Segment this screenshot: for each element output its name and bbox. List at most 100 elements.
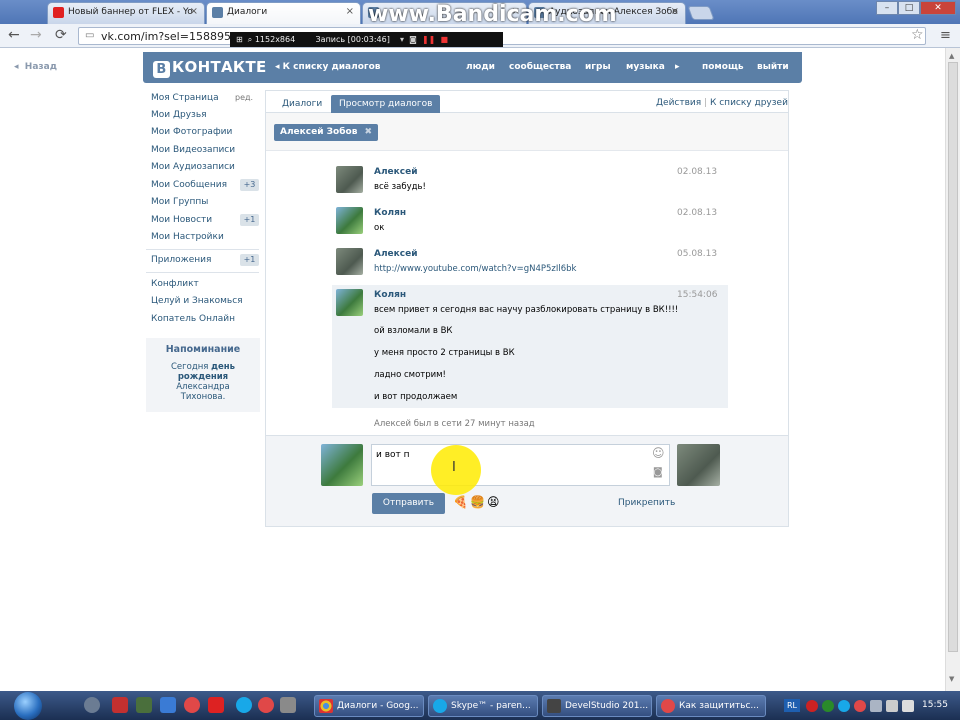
back-link[interactable]: ◂ Назад	[14, 62, 57, 72]
nav-help[interactable]: помощь	[702, 62, 744, 72]
menu-app-item[interactable]: Целуй и Знакомься	[151, 296, 243, 306]
camera-icon[interactable]: ◙	[407, 35, 417, 44]
apps-count-badge[interactable]: +1	[240, 254, 259, 266]
message-input[interactable]: и вот п ☺ ◙	[371, 444, 670, 486]
avatar[interactable]	[336, 207, 363, 234]
chevron-down-icon[interactable]: ▾	[400, 35, 404, 44]
avatar[interactable]	[336, 289, 363, 316]
avatar[interactable]	[336, 248, 363, 275]
reminder-birthday-name[interactable]: Александра Тихонова.	[176, 382, 230, 402]
nav-logout[interactable]: выйти	[757, 62, 789, 72]
menu-my-settings[interactable]: Мои Настройки	[151, 232, 224, 242]
minimize-button[interactable]: –	[876, 1, 898, 15]
nav-communities[interactable]: сообщества	[509, 62, 571, 72]
friends-list-link[interactable]: К списку друзей	[710, 98, 788, 108]
shield-icon[interactable]	[280, 697, 296, 713]
menu-my-groups[interactable]: Мои Группы	[151, 197, 208, 207]
pause-icon[interactable]: ❚❚	[419, 35, 435, 44]
back-to-dialogs-link[interactable]: ◂ К списку диалогов	[275, 62, 380, 72]
tab-dialogs[interactable]: Диалоги	[274, 95, 330, 113]
back-arrow-icon[interactable]: ←	[8, 28, 20, 42]
menu-my-friends[interactable]: Мои Друзья	[151, 110, 207, 120]
skype-icon[interactable]	[236, 697, 252, 713]
browser-tab[interactable]: Новый баннер от FLEX - Yo ×	[47, 2, 205, 24]
camera-icon[interactable]: ◙	[653, 467, 663, 478]
menu-my-messages[interactable]: Мои Сообщения	[151, 180, 227, 190]
taskbar-clock[interactable]: 15:55	[922, 700, 948, 710]
actions-link[interactable]: Действия	[656, 98, 701, 108]
menu-my-videos[interactable]: Мои Видеозаписи	[151, 145, 235, 155]
taskbar-window[interactable]: Как защититьс...	[656, 695, 766, 717]
new-tab-button[interactable]	[687, 6, 715, 20]
yandex-icon[interactable]	[184, 697, 200, 713]
message-link[interactable]: http://www.youtube.com/watch?v=gN4P5zIl6…	[374, 264, 576, 274]
tired-face-emoji-icon[interactable]: 😫	[487, 495, 500, 509]
menu-my-audio[interactable]: Мои Аудиозаписи	[151, 162, 235, 172]
bookmark-star-icon[interactable]: ☆	[911, 27, 924, 43]
menu-my-page[interactable]: Моя Страница	[151, 93, 219, 103]
pizza-emoji-icon[interactable]: 🍕	[453, 495, 468, 509]
flag-icon[interactable]	[886, 700, 898, 712]
reload-icon[interactable]: ⟳	[55, 28, 67, 42]
filter-chip[interactable]: Алексей Зобов ✖	[274, 124, 379, 141]
avatar[interactable]	[336, 166, 363, 193]
smiley-icon[interactable]: ☺	[652, 446, 665, 460]
menu-app-item[interactable]: Конфликт	[151, 279, 199, 289]
menu-my-news[interactable]: Мои Новости	[151, 215, 212, 225]
messages-count-badge[interactable]: +3	[240, 179, 259, 191]
tab-view-dialogs[interactable]: Просмотр диалогов	[331, 95, 441, 113]
close-icon[interactable]: ×	[346, 6, 354, 17]
scroll-up-icon[interactable]: ▲	[949, 52, 954, 60]
remove-filter-icon[interactable]: ✖	[365, 127, 373, 137]
tray-icon[interactable]	[822, 700, 834, 712]
taskbar-window[interactable]: Skype™ - paren...	[428, 695, 538, 717]
maximize-button[interactable]: □	[898, 1, 920, 15]
attach-button[interactable]: Прикрепить	[618, 498, 675, 508]
message-author[interactable]: Колян	[374, 290, 406, 300]
youtube-icon[interactable]	[208, 697, 224, 713]
edit-menu-link[interactable]: ред.	[235, 93, 253, 102]
scroll-down-icon[interactable]: ▼	[949, 675, 954, 683]
scrollbar-thumb[interactable]	[948, 62, 958, 652]
nav-more-icon[interactable]: ▸	[675, 62, 680, 72]
nav-games[interactable]: игры	[585, 62, 611, 72]
browser-tab-active[interactable]: Диалоги ×	[206, 2, 361, 24]
taskbar-window[interactable]: DevelStudio 201...	[542, 695, 652, 717]
forward-arrow-icon[interactable]: →	[30, 28, 42, 42]
network-icon[interactable]	[870, 700, 882, 712]
my-avatar[interactable]	[321, 444, 363, 486]
nav-music[interactable]: музыка	[626, 62, 665, 72]
close-window-button[interactable]: ✕	[920, 1, 956, 15]
record-icon[interactable]	[806, 700, 818, 712]
yandex-icon[interactable]	[854, 700, 866, 712]
message-text: ладно смотрим!	[374, 370, 446, 380]
message-author[interactable]: Алексей	[374, 249, 418, 259]
skype-icon[interactable]	[838, 700, 850, 712]
vk-logo[interactable]: B КОНТАКТЕ	[153, 58, 267, 78]
menu-apps[interactable]: Приложения	[151, 255, 211, 265]
page-scrollbar[interactable]: ▲ ▼	[945, 48, 960, 691]
message-author[interactable]: Колян	[374, 208, 406, 218]
start-button[interactable]	[14, 692, 42, 720]
volume-icon[interactable]	[902, 700, 914, 712]
yandex-icon[interactable]	[258, 697, 274, 713]
close-icon[interactable]: ×	[190, 6, 198, 17]
recorder-status: Запись [00:03:46]	[315, 35, 390, 44]
burger-emoji-icon[interactable]: 🍔	[470, 495, 485, 509]
quicklaunch-icon[interactable]	[160, 697, 176, 713]
peer-avatar[interactable]	[677, 444, 720, 486]
quicklaunch-icon[interactable]	[84, 697, 100, 713]
news-count-badge[interactable]: +1	[240, 214, 259, 226]
menu-my-photos[interactable]: Мои Фотографии	[151, 127, 232, 137]
stop-icon[interactable]: ■	[438, 35, 448, 44]
taskbar-window[interactable]: Диалоги - Goog...	[314, 695, 424, 717]
send-button[interactable]: Отправить	[372, 493, 445, 514]
quicklaunch-icon[interactable]	[136, 697, 152, 713]
wrench-icon[interactable]: ≡	[940, 28, 951, 43]
language-indicator[interactable]: RL	[784, 699, 800, 712]
nav-people[interactable]: люди	[466, 62, 495, 72]
menu-app-item[interactable]: Копатель Онлайн	[151, 314, 235, 324]
close-icon[interactable]: ×	[671, 6, 679, 17]
quicklaunch-icon[interactable]	[112, 697, 128, 713]
message-author[interactable]: Алексей	[374, 167, 418, 177]
